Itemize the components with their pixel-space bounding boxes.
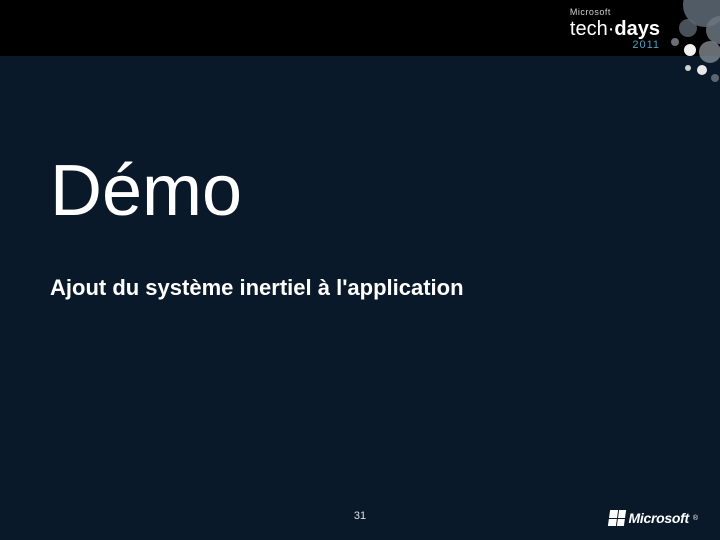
techdays-text-light: tech [570,18,608,40]
microsoft-name: Microsoft [629,510,689,526]
techdays-wordmark: tech·days [570,19,660,39]
microsoft-flag-icon [607,510,625,526]
page-number: 31 [354,510,366,522]
techdays-text-bold: days [614,18,660,40]
slide-title: Démo [50,150,242,232]
registered-mark: ® [693,515,698,522]
slide-subtitle: Ajout du système inertiel à l'applicatio… [50,275,464,301]
microsoft-footer-logo: Microsoft ® [609,510,698,526]
techdays-logo: Microsoft tech·days 2011 [570,8,660,51]
techdays-year: 2011 [570,40,660,51]
microsoft-label: Microsoft [570,8,660,17]
